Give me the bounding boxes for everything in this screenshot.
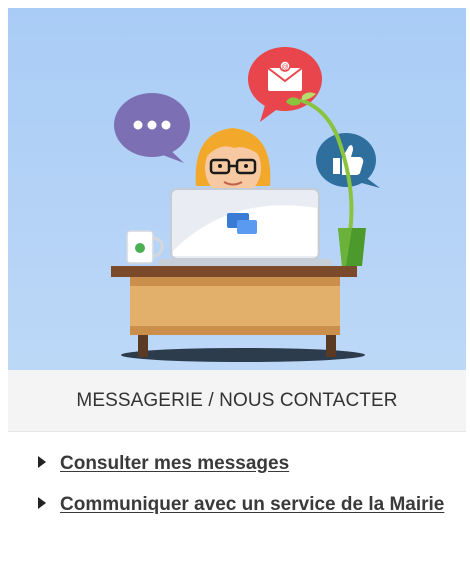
caret-right-icon bbox=[38, 497, 46, 509]
laptop-icon bbox=[158, 188, 332, 267]
card-title: MESSAGERIE / NOUS CONTACTER bbox=[76, 389, 398, 411]
mug-icon bbox=[126, 230, 164, 264]
link-list: Consulter mes messages Communiquer avec … bbox=[38, 450, 448, 532]
svg-text:@: @ bbox=[281, 64, 288, 71]
mail-bubble-icon: @ bbox=[248, 47, 322, 122]
illustration: @ bbox=[8, 8, 466, 370]
consulter-messages-link[interactable]: Consulter mes messages bbox=[60, 453, 289, 474]
list-item: Consulter mes messages bbox=[38, 450, 448, 477]
desk-icon bbox=[111, 266, 357, 357]
ellipsis-bubble-icon bbox=[114, 93, 190, 163]
list-item: Communiquer avec un service de la Mairie bbox=[38, 491, 448, 518]
caret-right-icon bbox=[38, 456, 46, 468]
communiquer-service-link[interactable]: Communiquer avec un service de la Mairie bbox=[60, 494, 444, 515]
contact-card: @ MESSAGERIE / NOUS CONTACTER Consulter … bbox=[4, 0, 466, 569]
card-header: MESSAGERIE / NOUS CONTACTER bbox=[8, 370, 466, 432]
